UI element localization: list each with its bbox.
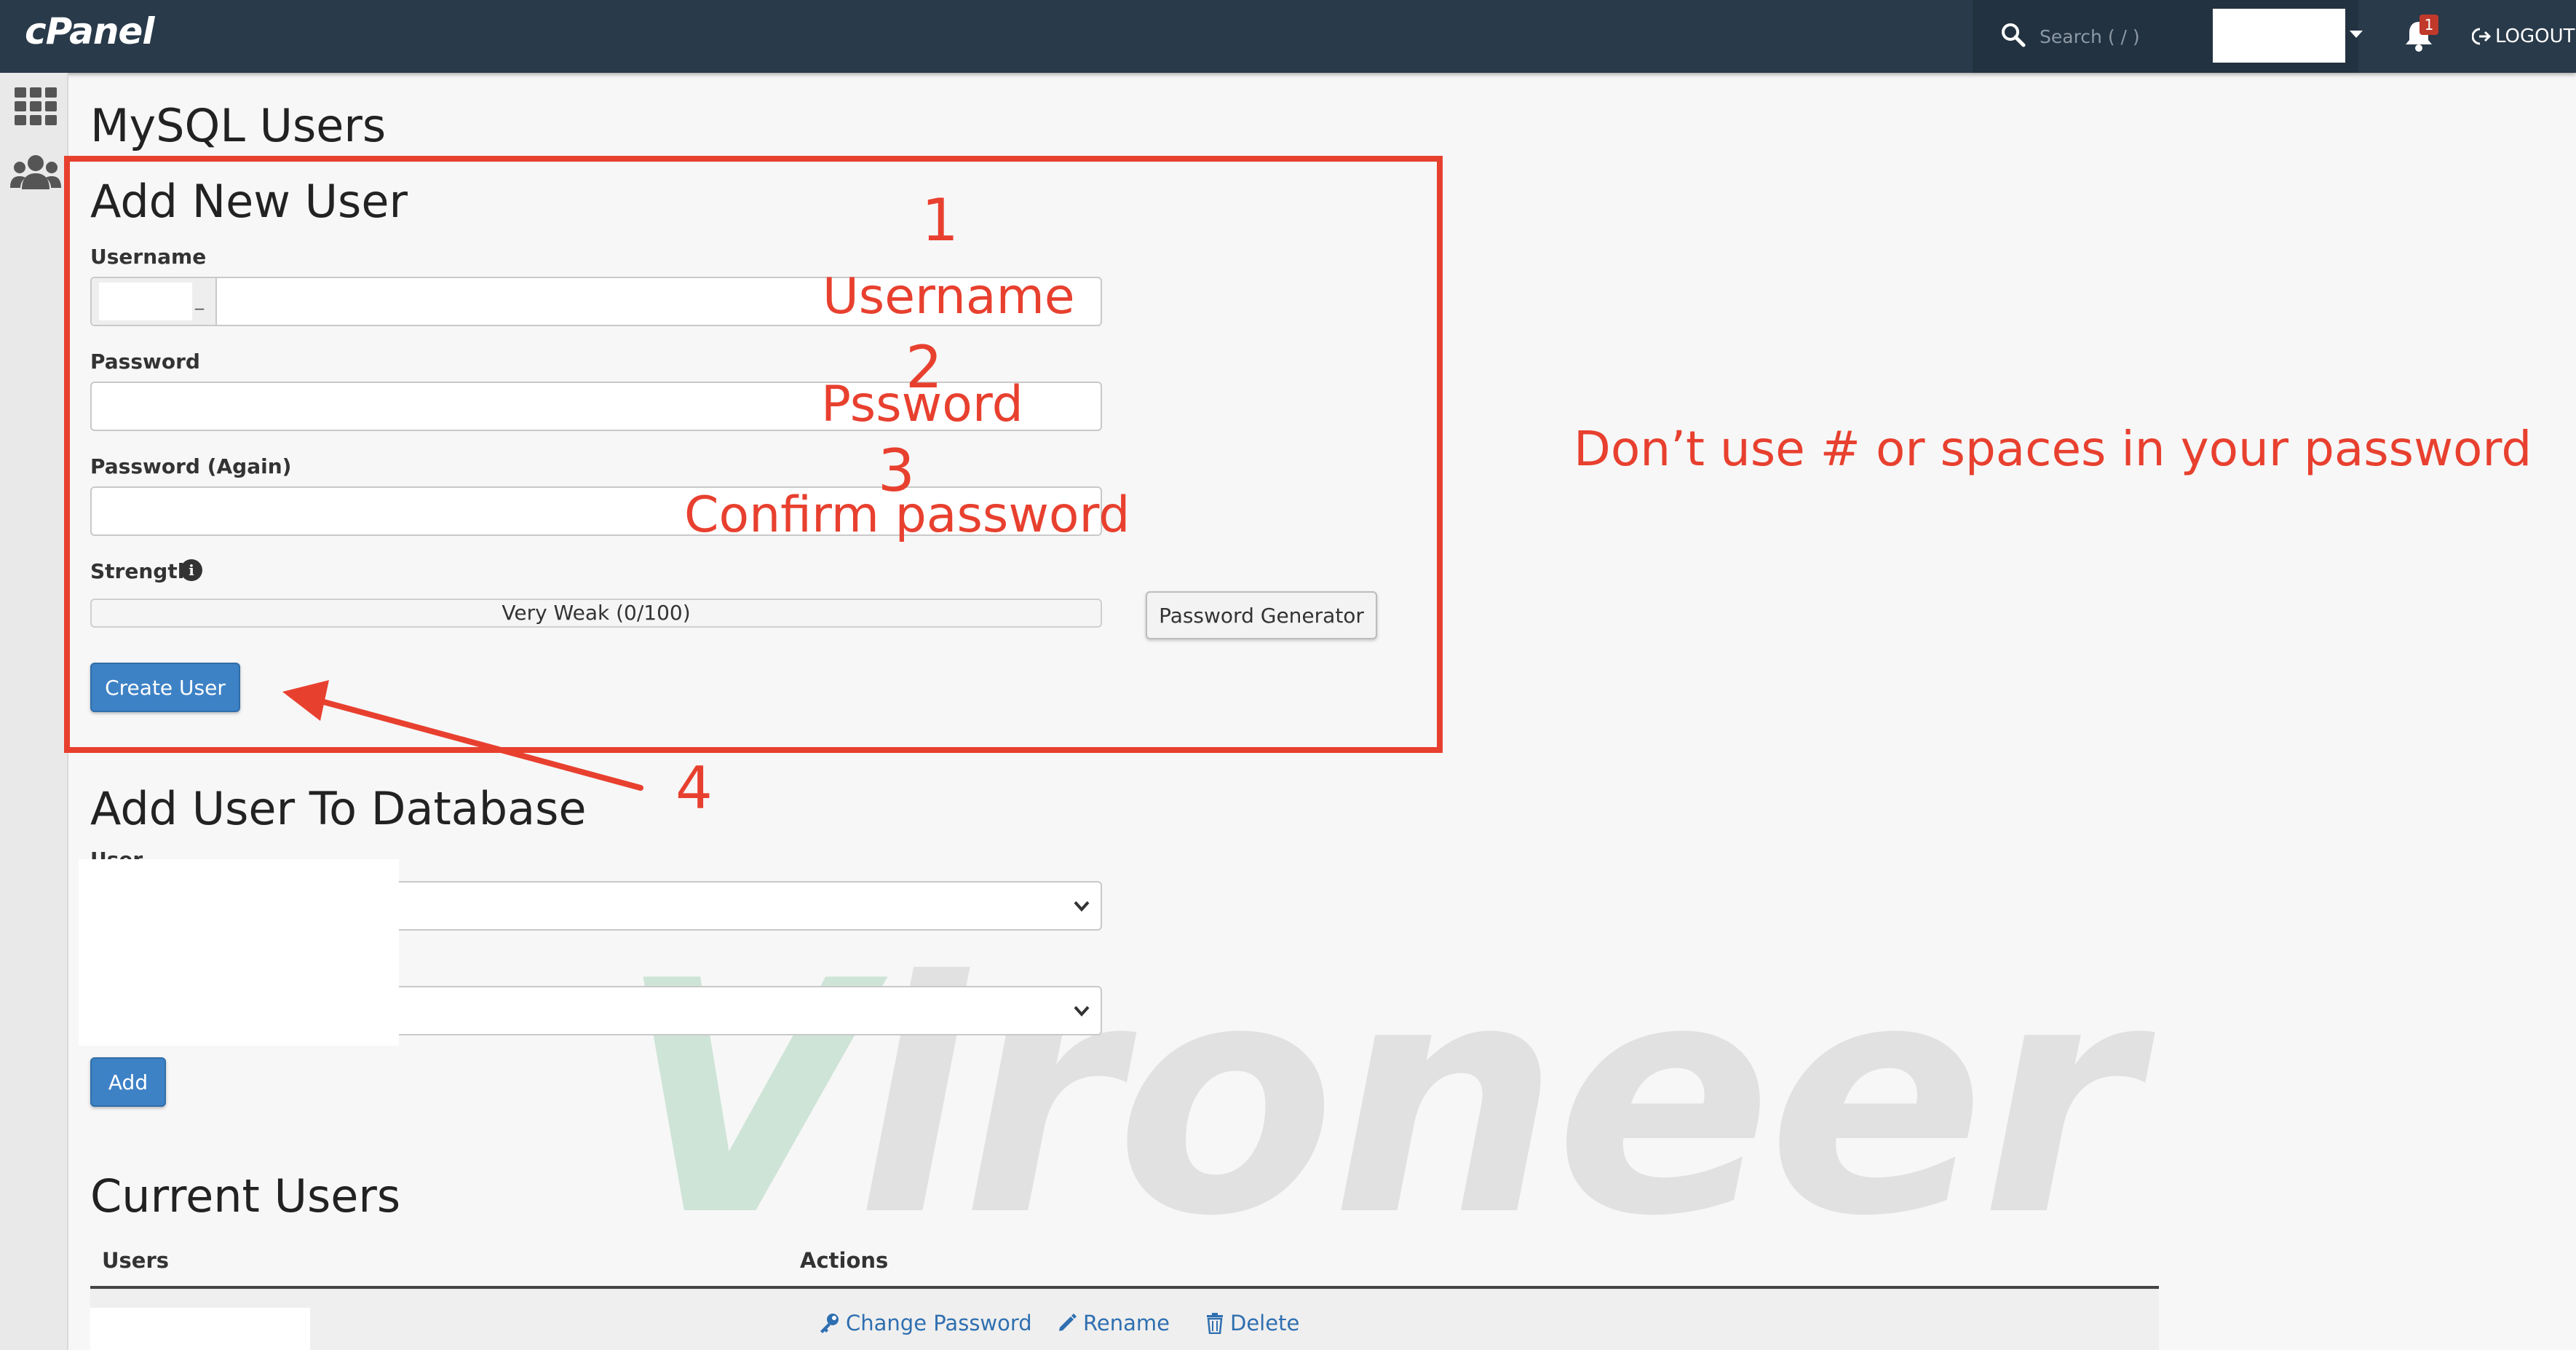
annotation-step-1-text: Username — [823, 268, 1075, 325]
key-icon — [820, 1314, 839, 1333]
trash-icon — [1207, 1313, 1223, 1334]
logout-link[interactable]: LOGOUT — [2472, 22, 2575, 51]
annotation-password-note: Don’t use # or spaces in your password — [1574, 421, 2532, 477]
annotation-step-3-text: Confirm password — [684, 486, 1130, 544]
change-password-label: Change Password — [846, 1311, 1032, 1335]
watermark-rest: ironeer — [856, 913, 2139, 1286]
column-header-users: Users — [102, 1248, 170, 1273]
annotation-step-1-number: 1 — [922, 186, 959, 254]
users-group-icon[interactable] — [10, 154, 61, 191]
annotation-step-4-number: 4 — [675, 754, 713, 822]
add-user-to-database-heading: Add User To Database — [90, 782, 587, 835]
cpanel-logo[interactable]: cPanel — [25, 10, 154, 52]
chevron-down-icon — [1074, 901, 1090, 912]
current-users-heading: Current Users — [90, 1169, 401, 1223]
search-icon — [2002, 23, 2026, 47]
page-title: MySQL Users — [90, 99, 387, 152]
column-header-actions: Actions — [800, 1248, 889, 1273]
add-button[interactable]: Add — [90, 1057, 166, 1107]
chevron-down-icon[interactable] — [2350, 31, 2363, 38]
user-account-menu[interactable] — [2213, 9, 2345, 63]
rename-link[interactable]: Rename — [1057, 1311, 1170, 1335]
sidebar — [0, 73, 68, 1350]
notification-badge: 1 — [2420, 15, 2438, 35]
grid-apps-icon[interactable] — [15, 87, 57, 125]
annotation-highlight-box — [64, 156, 1443, 753]
change-password-link[interactable]: Change Password — [818, 1311, 1032, 1335]
logout-icon — [2472, 28, 2491, 45]
watermark-first-letter: V — [619, 913, 861, 1286]
redacted-area — [79, 859, 399, 1046]
chevron-down-icon — [1074, 1006, 1090, 1017]
delete-label: Delete — [1230, 1311, 1300, 1335]
pencil-icon — [1059, 1314, 1077, 1331]
top-navbar: cPanel 1 LOGOUT — [0, 0, 2576, 73]
logout-label: LOGOUT — [2495, 25, 2575, 47]
redacted-username — [90, 1308, 310, 1350]
delete-link[interactable]: Delete — [1205, 1311, 1299, 1335]
rename-label: Rename — [1083, 1311, 1170, 1335]
annotation-step-2-text: Pssword — [821, 376, 1023, 433]
